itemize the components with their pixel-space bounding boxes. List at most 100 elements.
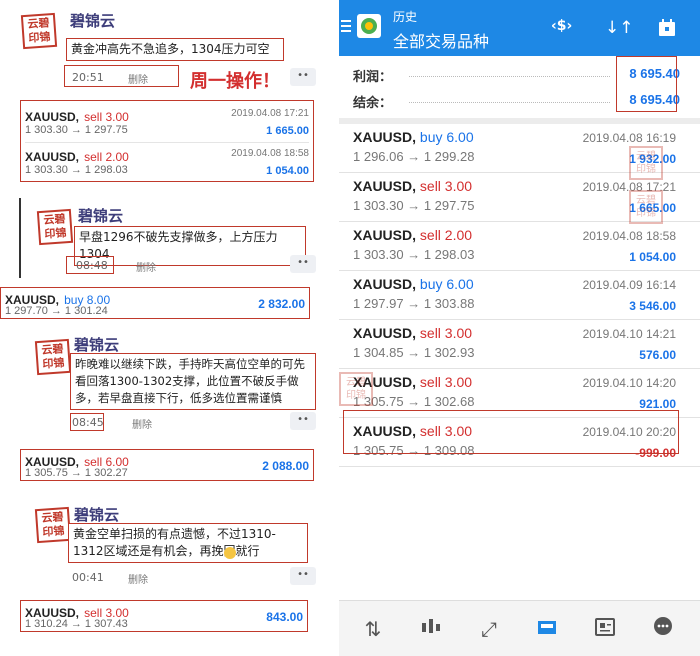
symbol-filter[interactable]: 全部交易品种 xyxy=(393,28,489,52)
trade-date: 2019.04.08 18:58 xyxy=(231,148,309,159)
trade-card: XAUUSD, sell 6.00 1 305.75 → 1 302.27 2 … xyxy=(20,449,314,481)
app-panel: 历史 全部交易品种 ‹$› ↓↑ 利润： 8 695.40 结余： 8 695.… xyxy=(339,0,700,656)
sender-name: 碧锦云 xyxy=(74,506,120,524)
trade-prices: 1 303.30 → 1 297.75 xyxy=(25,124,128,136)
avatar-seal: 云碧 印锦 xyxy=(36,208,74,246)
trade-prices: 1 297.70 → 1 301.24 xyxy=(5,305,108,317)
avatar-seal: 云碧 印锦 xyxy=(34,338,72,376)
trade-symbol: XAUUSD, sell 2.00 xyxy=(353,227,472,243)
delete-link[interactable]: 删除 xyxy=(128,71,148,86)
trade-prices: 1 303.30 → 1 297.75 xyxy=(353,198,475,213)
message-time: 00:41 xyxy=(72,571,104,584)
delete-link[interactable]: 删除 xyxy=(136,259,156,274)
trade-card: XAUUSD, sell 3.00 1 303.30 → 1 297.75 20… xyxy=(21,105,313,143)
trade-side: sell 2.00 xyxy=(84,150,129,164)
history-icon[interactable] xyxy=(533,615,561,643)
trade-symbol-text: XAUUSD, xyxy=(353,325,417,341)
calendar-icon[interactable] xyxy=(657,18,677,43)
avatar-seal: 云碧 印锦 xyxy=(20,12,58,50)
trade-row[interactable]: XAUUSD, sell 3.00 1 304.85 → 1 302.93 2019… xyxy=(339,320,700,369)
trade-profit: 843.00 xyxy=(266,610,303,624)
trade-date: 2019.04.09 16:14 xyxy=(582,278,676,292)
trade-date: 2019.04.08 17:21 xyxy=(231,108,309,119)
watermark-seal: 云碧 印锦 xyxy=(339,372,373,406)
message-bubble: 黄金空单扫损的有点遗憾，不过1310-1312区域还是有机会，再挽回就行 xyxy=(68,523,308,563)
message-bubble: 昨晚难以继续下跌，手持昨天高位空单的可先看回落1300-1302支撑，此位置不破… xyxy=(70,353,316,410)
annotation-text: 周一操作！ xyxy=(190,71,280,92)
trade-prices: 1 303.30 → 1 298.03 xyxy=(25,164,128,176)
top-bar: 历史 全部交易品种 ‹$› ↓↑ xyxy=(339,0,700,56)
page-title: 历史 xyxy=(393,10,418,24)
trade-symbol: XAUUSD, buy 6.00 xyxy=(353,276,474,292)
trade-row[interactable]: XAUUSD, sell 2.00 1 303.30 → 1 298.03 2019… xyxy=(339,222,700,271)
trade-symbol-text: XAUUSD, xyxy=(353,276,417,292)
chat-icon[interactable] xyxy=(649,615,677,643)
trade-symbol: XAUUSD, sell 3.00 xyxy=(353,178,472,194)
trade-prices: 1 296.06 → 1 299.28 xyxy=(353,149,475,164)
trade-prices: 1 297.97 → 1 303.88 xyxy=(353,296,475,311)
more-options-button[interactable]: •• xyxy=(290,412,316,430)
chat-panel: 云碧 印锦 碧锦云 黄金冲高先不急追多，1304压力可空 20:51 删除 周一操… xyxy=(0,0,328,656)
bottom-nav: ⇅ ⤢ xyxy=(339,600,700,656)
chart-icon[interactable] xyxy=(417,615,445,643)
message-time: 20:51 xyxy=(72,71,104,84)
sort-icon[interactable]: ↓↑ xyxy=(605,18,634,38)
trade-symbol: XAUUSD, xyxy=(25,150,80,164)
profit-label: 利润： xyxy=(353,70,393,85)
trade-profit: 2 832.00 xyxy=(258,297,305,311)
message-bubble: 黄金冲高先不急追多，1304压力可空 xyxy=(66,38,284,61)
trade-profit: 921.00 xyxy=(639,397,676,411)
trade-symbol-text: XAUUSD, xyxy=(353,129,417,145)
trade-prices: 1 303.30 → 1 298.03 xyxy=(353,247,475,262)
delete-link[interactable]: 删除 xyxy=(132,416,152,431)
trade-symbol-text: XAUUSD, xyxy=(353,227,417,243)
trade-side: buy 6.00 xyxy=(419,129,474,145)
delete-link[interactable]: 删除 xyxy=(128,571,148,586)
trade-card-group: XAUUSD, sell 3.00 1 303.30 → 1 297.75 20… xyxy=(20,100,314,182)
currency-exchange-icon[interactable]: ‹$› xyxy=(551,18,572,34)
more-options-button[interactable]: •• xyxy=(290,567,316,585)
trade-card: XAUUSD, buy 8.00 1 297.70 → 1 301.24 2 8… xyxy=(0,287,310,319)
emoji-icon xyxy=(224,547,236,559)
trade-prices: 1 304.85 → 1 302.93 xyxy=(353,345,475,360)
message-time: 08:45 xyxy=(72,416,104,429)
trade-side: sell 3.00 xyxy=(419,325,473,341)
dotted-leader xyxy=(409,76,610,77)
news-icon[interactable] xyxy=(591,615,619,643)
summary-highlight-box xyxy=(616,56,677,112)
trade-date: 2019.04.08 16:19 xyxy=(582,131,676,145)
more-options-button[interactable]: •• xyxy=(290,68,316,86)
trade-side: sell 3.00 xyxy=(419,374,473,390)
balance-label: 结余： xyxy=(353,96,393,111)
row-divider xyxy=(339,466,700,467)
trade-symbol: XAUUSD, sell 3.00 xyxy=(353,325,472,341)
sender-name: 碧锦云 xyxy=(70,12,116,30)
trade-prices: 1 305.75 → 1 302.27 xyxy=(25,467,128,479)
trade-side: buy 6.00 xyxy=(419,276,474,292)
trade-side: sell 3.00 xyxy=(84,110,129,124)
trade-prices: 1 310.24 → 1 307.43 xyxy=(25,618,128,630)
trade-date: 2019.04.08 18:58 xyxy=(582,229,676,243)
quote-bar xyxy=(19,198,21,278)
quotes-icon[interactable]: ⇅ xyxy=(359,615,387,643)
sender-name: 碧锦云 xyxy=(78,207,124,225)
message-time: 08:48 xyxy=(76,259,108,272)
trade-icon[interactable]: ⤢ xyxy=(475,615,503,643)
trade-highlight-box xyxy=(343,410,679,454)
sender-name: 碧锦云 xyxy=(74,336,120,354)
divider xyxy=(25,142,309,143)
trade-symbol: XAUUSD, buy 6.00 xyxy=(353,129,474,145)
trade-profit: 2 088.00 xyxy=(262,459,309,473)
watermark-seal: 云碧 印锦 xyxy=(629,190,663,224)
trade-symbol-text: XAUUSD, xyxy=(353,178,417,194)
more-options-button[interactable]: •• xyxy=(290,255,316,273)
trade-date: 2019.04.10 14:21 xyxy=(582,327,676,341)
avatar-seal: 云碧 印锦 xyxy=(34,506,72,544)
app-logo-icon xyxy=(357,14,381,38)
watermark-seal: 云碧 印锦 xyxy=(629,146,663,180)
trade-profit: 576.00 xyxy=(639,348,676,362)
trade-card: XAUUSD, sell 3.00 1 310.24 → 1 307.43 84… xyxy=(20,600,308,632)
trade-row[interactable]: XAUUSD, buy 6.00 1 297.97 → 1 303.88 2019.… xyxy=(339,271,700,320)
trade-profit: 1 054.00 xyxy=(266,165,309,177)
menu-icon[interactable] xyxy=(341,20,351,32)
